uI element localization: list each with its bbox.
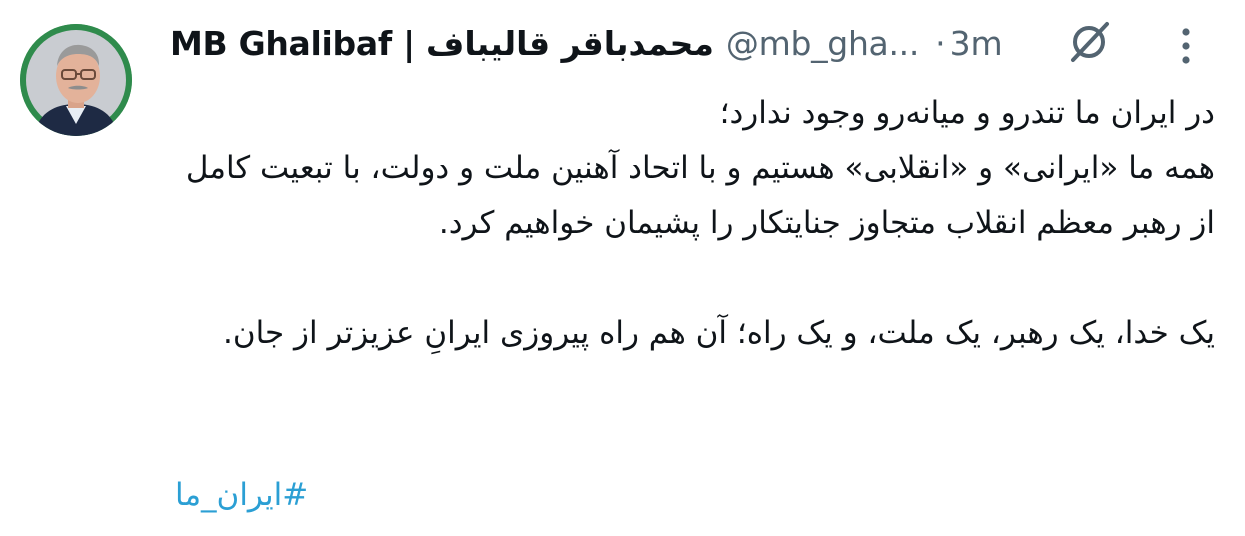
timestamp[interactable]: 3m [950,24,1003,63]
more-options-icon[interactable] [1172,24,1200,68]
tweet-card[interactable]: MB Ghalibaf | محمدباقر قالیباف @mb_gha..… [0,0,1245,536]
avatar[interactable] [20,24,132,136]
user-handle[interactable]: @mb_gha... [726,24,919,63]
tweet-paragraph-2: یک خدا، یک رهبر، یک ملت، و یک راه؛ آن هم… [222,315,1215,351]
tweet-paragraph-1: در ایران ما تندرو و میانه‌رو وجود ندارد؛… [185,95,1215,241]
profile-photo-icon [20,24,132,136]
tweet-text: در ایران ما تندرو و میانه‌رو وجود ندارد؛… [155,86,1215,361]
hashtag-link[interactable]: #ایران_ما [175,470,308,520]
tweet-header: MB Ghalibaf | محمدباقر قالیباف @mb_gha..… [170,18,1003,68]
display-name[interactable]: MB Ghalibaf | محمدباقر قالیباف [170,24,714,63]
grok-icon[interactable] [1065,18,1113,66]
separator-dot: · [935,23,946,63]
